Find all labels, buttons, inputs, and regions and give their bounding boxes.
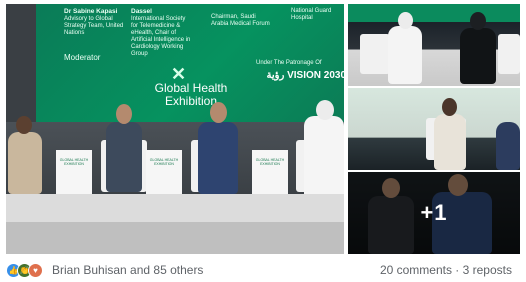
panelist-speaker: [304, 116, 344, 198]
side-photo-2[interactable]: [348, 88, 520, 170]
panelist-head: [398, 12, 413, 29]
panelist-speaker: [496, 122, 520, 170]
chair: [498, 34, 520, 74]
love-icon: ♥: [28, 263, 43, 278]
more-photos-count: +1: [420, 200, 448, 225]
panelist-speaker: [198, 122, 238, 194]
event-name: Global Health Exhibition: [154, 81, 228, 108]
main-photo[interactable]: Dr Sabine Kapasi Advisory to Global Stra…: [6, 4, 344, 254]
side-photo-1[interactable]: [348, 4, 520, 86]
reactions-summary-link[interactable]: Brian Buhisan and 85 others: [52, 263, 203, 277]
side-table: GLOBAL HEALTH EXHIBITION: [56, 150, 92, 196]
screen-speaker-3: Chairman, Saudi Arabia Medical Forum: [211, 14, 270, 27]
side-photo-3[interactable]: +1: [348, 172, 520, 254]
stage-screen: Dr Sabine Kapasi Advisory to Global Stra…: [36, 4, 344, 122]
screen-speaker-1: Dr Sabine Kapasi Advisory to Global Stra…: [64, 8, 124, 36]
more-photos-overlay[interactable]: +1: [348, 172, 520, 254]
social-counts-bar: 👍 👏 ♥ Brian Buhisan and 85 others 20 com…: [0, 258, 526, 282]
panelist-speaker: [388, 26, 422, 84]
patronage-label: Under The Patronage Of: [256, 60, 322, 66]
panelist-head: [470, 12, 486, 30]
chair: [360, 34, 390, 74]
panelist-speaker: [434, 114, 466, 170]
vision-logo: رؤية VISION 2030: [266, 70, 344, 81]
screen-speaker-2: Dassel International Society for Telemed…: [131, 8, 191, 57]
panelist-head: [16, 116, 32, 134]
screen-moderator-label: Moderator: [64, 53, 101, 62]
comments-reposts-link[interactable]: 20 comments · 3 reposts: [380, 263, 512, 277]
photo-grid: Dr Sabine Kapasi Advisory to Global Stra…: [6, 4, 520, 254]
panelist-moderator: [8, 132, 42, 194]
stage-screen: [348, 4, 520, 22]
panelist-head: [116, 104, 132, 124]
stage-platform: [6, 194, 344, 222]
panelist-head: [442, 98, 457, 116]
side-table: GLOBAL HEALTH EXHIBITION: [146, 150, 182, 196]
reaction-icons[interactable]: 👍 👏 ♥: [6, 263, 43, 278]
stage-front: [6, 222, 344, 254]
panelist-head: [210, 102, 227, 123]
panelist-speaker: [460, 28, 496, 84]
panelist-head: [316, 100, 334, 120]
screen-speaker-4: National Guard Hospital: [291, 8, 332, 21]
side-table: GLOBAL HEALTH EXHIBITION: [252, 150, 288, 196]
panelist-speaker: [106, 122, 142, 192]
